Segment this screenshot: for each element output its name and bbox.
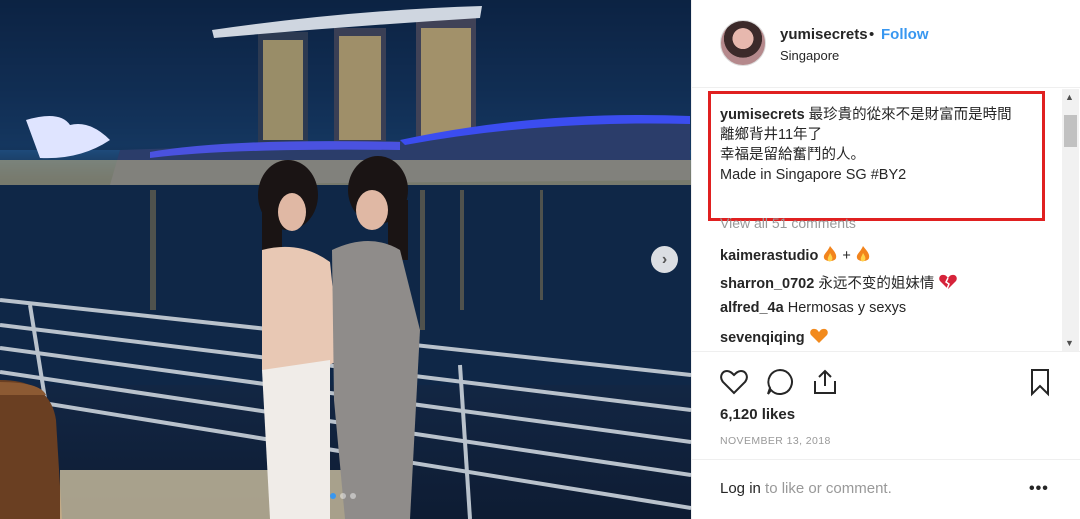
login-bar: Log in to like or comment. ••• <box>692 459 1080 519</box>
separator-dot: • <box>869 26 875 43</box>
comment-bubble-icon[interactable] <box>765 367 795 397</box>
comment-username[interactable]: kaimerastudio <box>720 248 818 264</box>
broken-heart-emoji <box>939 274 958 290</box>
login-prompt: Log in to like or comment. <box>720 480 892 497</box>
next-photo-button[interactable]: › <box>651 246 678 273</box>
comment-text: 永远不变的姐妹情 <box>818 276 935 292</box>
carousel-dot <box>340 493 346 499</box>
comment-row: sharron_0702 永远不变的姐妹情 <box>720 272 958 293</box>
scroll-up-icon[interactable]: ▲ <box>1065 92 1074 102</box>
post-date: NOVEMBER 13, 2018 <box>720 435 831 447</box>
view-all-comments-link[interactable]: View all 51 comments <box>720 215 856 231</box>
comments-scrollbar[interactable]: ▲ ▼ <box>1062 89 1079 351</box>
post-photo[interactable]: › <box>0 0 691 519</box>
share-upload-icon[interactable] <box>810 367 840 397</box>
comment-text: + <box>842 248 855 264</box>
likes-count[interactable]: 6,120 likes <box>720 406 795 423</box>
comment-row: alfred_4a Hermosas y sexys <box>720 300 906 316</box>
follow-button[interactable]: Follow <box>881 26 929 43</box>
location-link[interactable]: Singapore <box>780 48 839 63</box>
scrollbar-thumb[interactable] <box>1064 115 1077 147</box>
scroll-down-icon[interactable]: ▼ <box>1065 338 1074 348</box>
caption-highlight-box <box>708 91 1045 221</box>
post-details-panel: yumisecrets • Follow Singapore yumisecre… <box>691 0 1080 519</box>
comment-row: sevenqiqing <box>720 327 829 346</box>
carousel-dot <box>350 493 356 499</box>
avatar[interactable] <box>720 20 766 66</box>
login-rest-text: to like or comment. <box>760 480 892 497</box>
header-username[interactable]: yumisecrets <box>780 26 868 43</box>
heart-outline-icon[interactable] <box>719 367 749 397</box>
comment-username[interactable]: alfred_4a <box>720 300 784 316</box>
comment-username[interactable]: sharron_0702 <box>720 276 814 292</box>
carousel-indicator <box>330 493 356 499</box>
carousel-dot <box>330 493 336 499</box>
login-link[interactable]: Log in <box>720 480 761 497</box>
more-options-icon[interactable]: ••• <box>1029 480 1049 498</box>
post-actions: 6,120 likes NOVEMBER 13, 2018 <box>692 351 1080 471</box>
photo-scene <box>0 0 691 519</box>
comment-text: Hermosas y sexys <box>787 300 907 316</box>
chevron-right-icon: › <box>661 250 668 268</box>
comment-username[interactable]: sevenqiqing <box>720 330 805 346</box>
comments-section[interactable]: yumisecrets 最珍貴的從來不是財富而是時間 離鄉背井11年了 幸福是留… <box>692 89 1080 351</box>
bookmark-icon[interactable] <box>1025 367 1055 397</box>
comment-row: kaimerastudio + <box>720 245 871 264</box>
orange-heart-emoji <box>809 328 828 343</box>
post-header: yumisecrets • Follow Singapore <box>692 0 1080 88</box>
fire-emoji <box>824 246 837 262</box>
fire-emoji <box>856 246 870 262</box>
